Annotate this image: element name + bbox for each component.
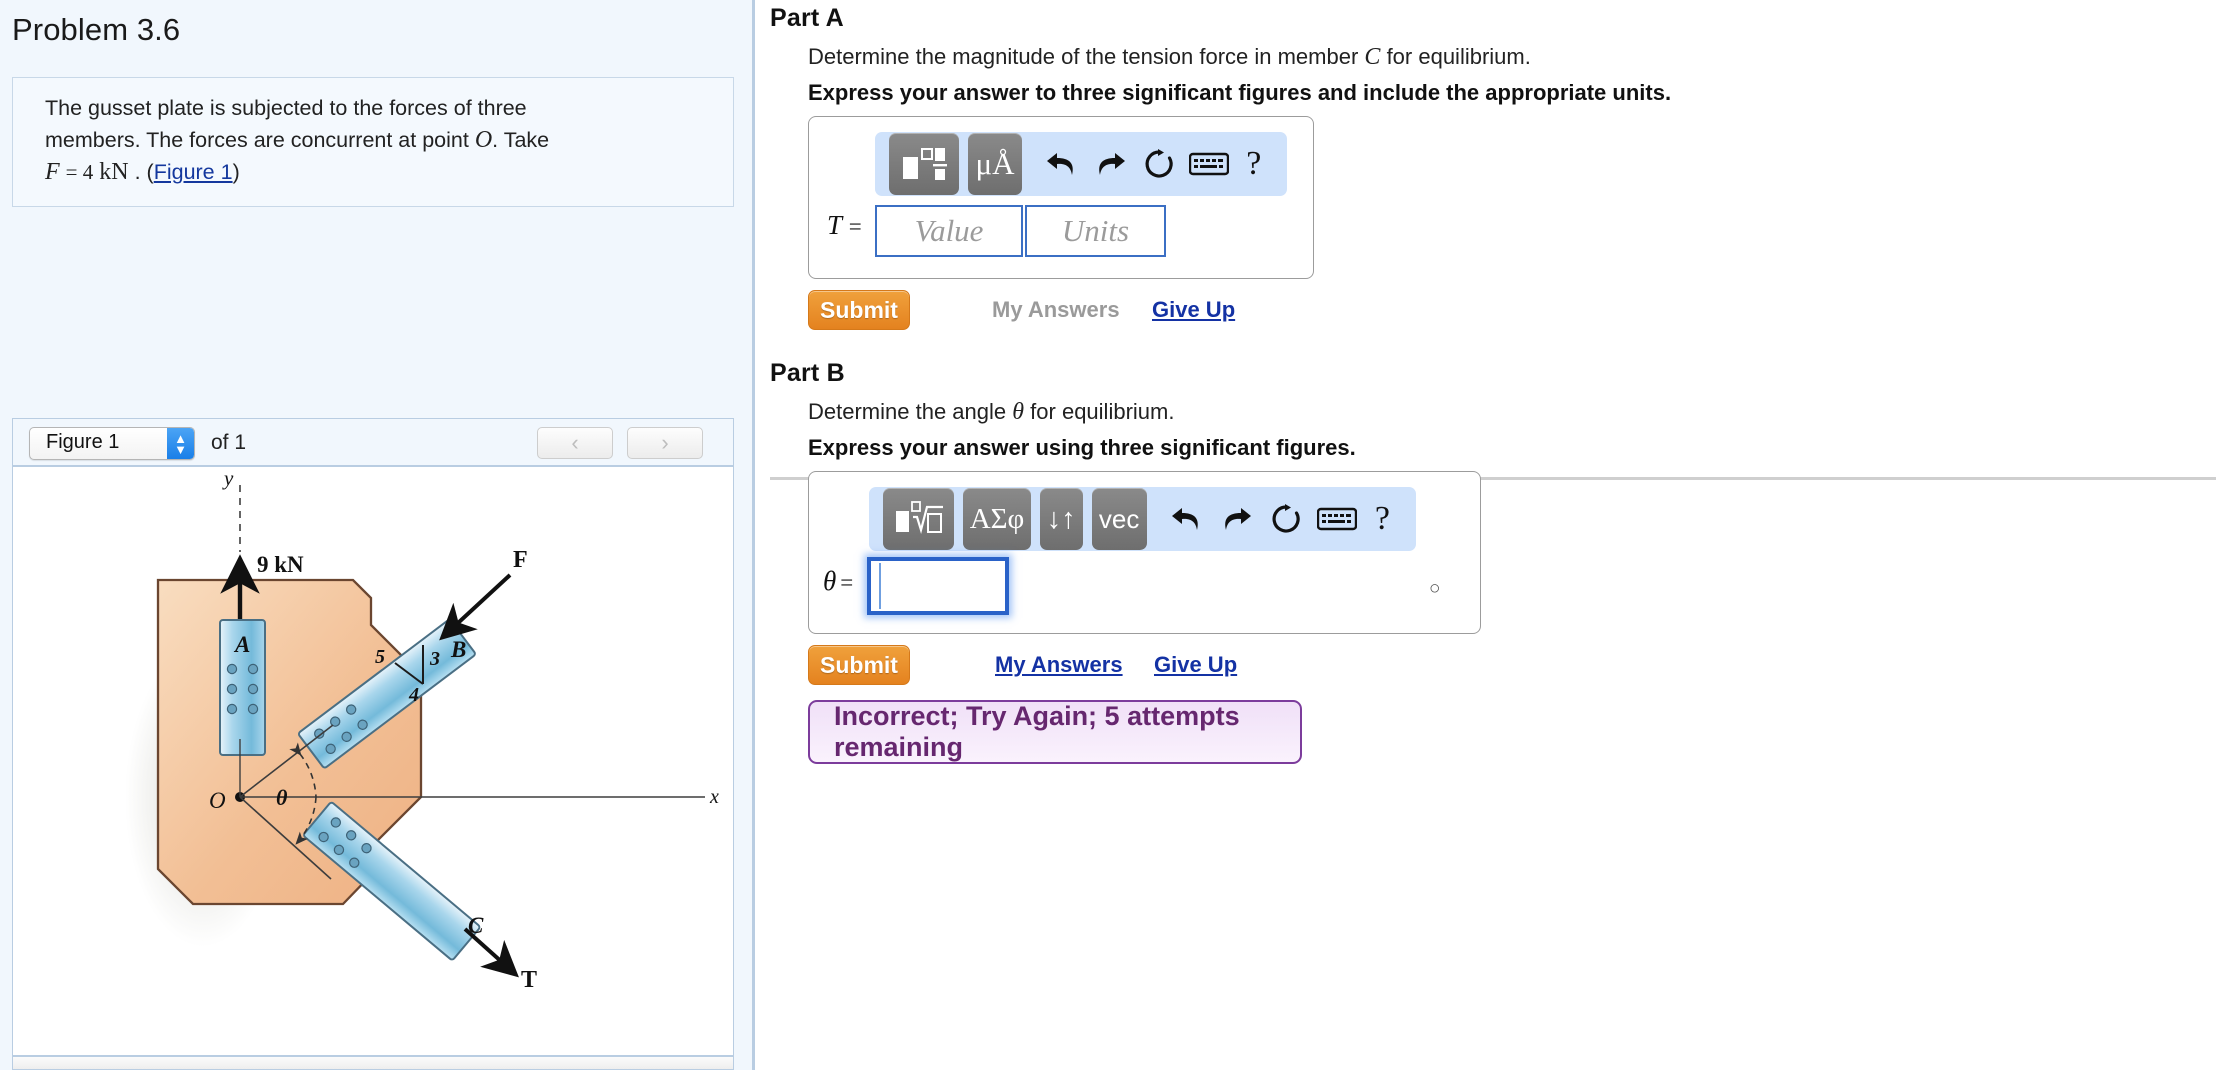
figure-select-stepper-icon[interactable]: ▲ ▼ [167, 428, 194, 459]
redo-icon[interactable] [1212, 488, 1262, 550]
theta-variable: θ [1012, 399, 1025, 425]
part-a-answer-box: μÅ ? T = Value Units [808, 116, 1314, 279]
force-f-label: F [513, 547, 528, 573]
point-o-symbol: O [474, 127, 493, 153]
theta-label: θ [276, 785, 288, 810]
part-b-variable-label: θ = [823, 566, 853, 597]
paren-open: ( [146, 160, 154, 184]
page-root: Problem 3.6 The gusset plate is subjecte… [0, 0, 2218, 1070]
figure-prev-button[interactable]: ‹ [537, 427, 613, 459]
gusset-plate-diagram: y 9 kN A 5 3 4 B F C T O x θ [125, 467, 719, 993]
part-a-prompt-text-1: Determine the magnitude of the tension f… [808, 44, 1359, 69]
left-panel: Problem 3.6 The gusset plate is subjecte… [0, 0, 755, 1070]
slope-4-label: 4 [408, 684, 419, 706]
force-f-symbol: F [45, 159, 60, 185]
part-b-answer-input[interactable] [867, 557, 1009, 615]
origin-label: O [209, 788, 226, 813]
part-a-equals: = [848, 214, 862, 239]
figure-panel: Figure 1 ▲ ▼ of 1 ‹ › y 9 kN A 5 3 4 B F… [12, 418, 734, 1070]
part-a-units-input[interactable]: Units [1025, 205, 1166, 257]
reset-icon[interactable] [1261, 488, 1311, 550]
slope-3-label: 3 [429, 648, 440, 670]
part-a-math-toolbar: μÅ ? [875, 132, 1287, 196]
part-b-prompt-text-1: Determine the angle [808, 399, 1007, 424]
statement-period: . [134, 160, 141, 184]
theta-variable-label: θ [823, 566, 837, 596]
part-a-heading: Part A [770, 4, 844, 32]
part-b-instruction: Express your answer using three signific… [808, 435, 1356, 460]
help-icon[interactable]: ? [1363, 488, 1402, 550]
figure-select[interactable]: Figure 1 ▲ ▼ [29, 427, 195, 460]
paren-close: ) [232, 160, 240, 184]
part-b-give-up-link[interactable]: Give Up [1154, 652, 1237, 678]
part-a-instruction: Express your answer to three significant… [808, 80, 1672, 105]
part-b-submit-button[interactable]: Submit [808, 645, 910, 685]
force-9kn-label: 9 kN [257, 552, 304, 577]
keyboard-icon[interactable] [1184, 133, 1235, 195]
part-b-my-answers-link[interactable]: My Answers [995, 652, 1123, 678]
part-a-variable-label: T = [827, 210, 862, 241]
part-b-feedback-banner: Incorrect; Try Again; 5 attempts remaini… [808, 700, 1302, 764]
problem-statement-box: The gusset plate is subjected to the for… [12, 77, 734, 207]
part-a-give-up-link[interactable]: Give Up [1152, 297, 1235, 323]
units-icon[interactable]: μÅ [967, 133, 1023, 195]
vector-icon[interactable]: vec [1091, 488, 1147, 550]
force-f-value: = 4 [65, 160, 94, 184]
text-caret [879, 563, 881, 609]
part-b-prompt: Determine the angle θ for equilibrium. [808, 399, 2008, 426]
figure-canvas: y 9 kN A 5 3 4 B F C T O x θ [13, 467, 733, 1057]
figure-count-label: of 1 [211, 431, 247, 454]
part-a-value-input[interactable]: Value [875, 205, 1023, 257]
member-c-variable: C [1364, 44, 1381, 70]
slope-5-label: 5 [375, 646, 385, 668]
statement-line-2b: . Take [492, 128, 550, 152]
part-b-prompt-text-2: for equilibrium. [1030, 399, 1175, 424]
undo-icon[interactable] [1037, 133, 1086, 195]
force-t-arrow [463, 927, 519, 978]
greek-icon[interactable]: ΑΣφ [963, 488, 1031, 550]
tension-variable: T [827, 210, 843, 240]
degree-unit-label: ○ [1429, 578, 1441, 599]
axis-x-label: x [709, 786, 719, 808]
part-b-heading: Part B [770, 359, 845, 387]
part-a-prompt-text-2: for equilibrium. [1386, 44, 1531, 69]
page-title: Problem 3.6 [12, 12, 181, 47]
figure-next-button[interactable]: › [627, 427, 703, 459]
figure-footer-bar [13, 1055, 733, 1069]
part-b-answer-box: ΑΣφ ↓↑ vec ? θ = ○ [808, 471, 1481, 634]
force-t-label: T [521, 967, 537, 993]
figure-select-value: Figure 1 [46, 431, 120, 453]
redo-icon[interactable] [1086, 133, 1135, 195]
figure-toolbar: Figure 1 ▲ ▼ of 1 ‹ › [13, 419, 733, 467]
force-f-units: kN [99, 159, 129, 185]
part-b-math-toolbar: ΑΣφ ↓↑ vec ? [869, 487, 1416, 551]
part-a-prompt: Determine the magnitude of the tension f… [808, 44, 2008, 71]
template-radical-icon[interactable] [883, 488, 955, 550]
keyboard-icon[interactable] [1311, 488, 1363, 550]
part-a-submit-button[interactable]: Submit [808, 290, 910, 330]
axis-y-label: y [222, 467, 234, 490]
member-b-label: B [450, 637, 466, 662]
right-column: Part A Determine the magnitude of the te… [758, 0, 2218, 1070]
reset-icon[interactable] [1135, 133, 1184, 195]
statement-line-1: The gusset plate is subjected to the for… [45, 96, 527, 120]
part-b-equals: = [840, 570, 854, 595]
template-icon[interactable] [889, 133, 959, 195]
subscript-superscript-icon[interactable]: ↓↑ [1039, 488, 1083, 550]
force-f-arrow [439, 573, 512, 641]
figure-link[interactable]: Figure 1 [154, 160, 233, 184]
problem-statement-text: The gusset plate is subjected to the for… [45, 92, 705, 188]
statement-line-2a: members. The forces are concurrent at po… [45, 128, 469, 152]
member-a-label: A [233, 632, 250, 657]
part-a-my-answers-link[interactable]: My Answers [992, 297, 1120, 323]
help-icon[interactable]: ? [1235, 133, 1273, 195]
undo-icon[interactable] [1162, 488, 1212, 550]
